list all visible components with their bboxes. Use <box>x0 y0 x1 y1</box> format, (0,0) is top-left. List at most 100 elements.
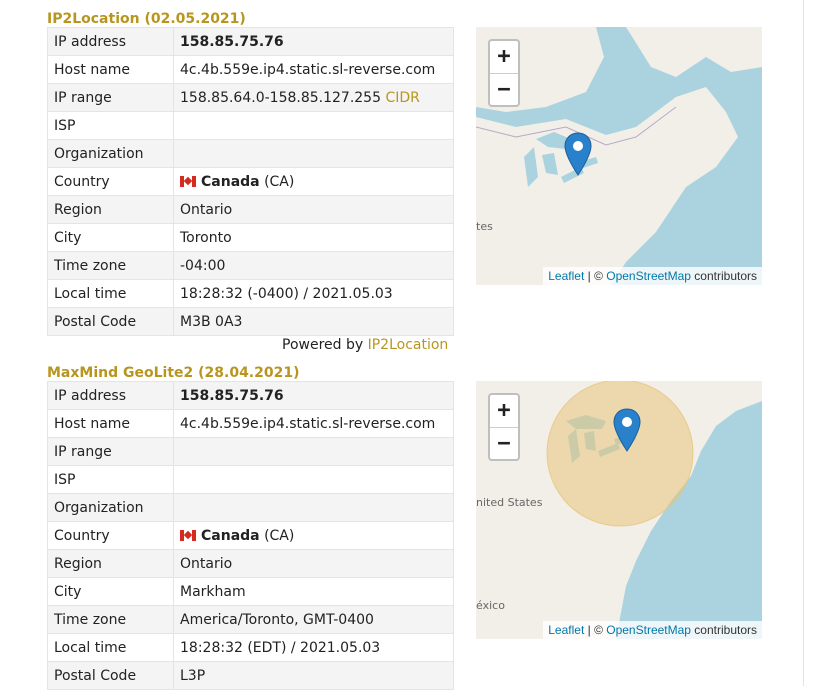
zoom-control: + − <box>488 39 520 107</box>
openstreetmap-link[interactable]: OpenStreetMap <box>606 623 691 637</box>
table-row: Postal Code L3P <box>47 661 454 690</box>
postal-code-value: L3P <box>173 661 454 690</box>
ip2location-link[interactable]: IP2Location <box>368 337 449 353</box>
zoom-control: + − <box>488 393 520 461</box>
row-key: Time zone <box>47 251 174 280</box>
map-place-label: nited States <box>476 496 543 509</box>
country-code: (CA) <box>264 173 295 190</box>
table-row: ISP <box>47 111 454 140</box>
country-cell: Canada (CA) <box>173 167 454 196</box>
row-key: Host name <box>47 409 174 438</box>
table-row: Host name 4c.4b.559e.ip4.static.sl-rever… <box>47 55 454 84</box>
attribution-separator: | © <box>584 623 607 637</box>
zoom-out-button[interactable]: − <box>490 74 518 106</box>
map-attribution: Leaflet | © OpenStreetMap contributors <box>543 267 762 285</box>
table-row: Time zone -04:00 <box>47 251 454 280</box>
row-key: City <box>47 223 174 252</box>
row-key: ISP <box>47 465 174 494</box>
table-row: Host name 4c.4b.559e.ip4.static.sl-rever… <box>47 409 454 438</box>
ip2location-table: IP address 158.85.75.76 Host name 4c.4b.… <box>47 27 454 336</box>
row-key: IP address <box>47 27 174 56</box>
ip2location-title: IP2Location (02.05.2021) <box>47 11 246 27</box>
table-row: City Toronto <box>47 223 454 252</box>
table-row: Postal Code M3B 0A3 <box>47 307 454 336</box>
zoom-out-button[interactable]: − <box>490 428 518 460</box>
maxmind-table: IP address 158.85.75.76 Host name 4c.4b.… <box>47 381 454 690</box>
location-pin-icon[interactable] <box>564 132 592 176</box>
table-row: Local time 18:28:32 (EDT) / 2021.05.03 <box>47 633 454 662</box>
canada-flag-icon <box>180 529 196 541</box>
table-row: Local time 18:28:32 (-0400) / 2021.05.03 <box>47 279 454 308</box>
cidr-link[interactable]: CIDR <box>385 90 419 106</box>
country-code: (CA) <box>264 527 295 544</box>
zoom-in-button[interactable]: + <box>490 41 518 74</box>
ip-range-value: 158.85.64.0-158.85.127.255 <box>180 89 381 106</box>
row-key: Local time <box>47 279 174 308</box>
country-cell: Canada (CA) <box>173 521 454 550</box>
table-row: Organization <box>47 493 454 522</box>
organization-value <box>173 493 454 522</box>
location-pin-icon[interactable] <box>613 408 641 452</box>
powered-by: Powered by IP2Location <box>282 336 448 354</box>
host-name-value: 4c.4b.559e.ip4.static.sl-reverse.com <box>173 55 454 84</box>
isp-value <box>173 111 454 140</box>
row-key: Postal Code <box>47 307 174 336</box>
country-value: Canada <box>201 527 260 544</box>
host-name-value: 4c.4b.559e.ip4.static.sl-reverse.com <box>173 409 454 438</box>
table-row: IP address 158.85.75.76 <box>47 381 454 410</box>
ip-range-cell: 158.85.64.0-158.85.127.255 CIDR <box>173 83 454 112</box>
maxmind-map[interactable]: + − nited States éxico Leaflet | © OpenS… <box>476 381 762 639</box>
table-row: IP address 158.85.75.76 <box>47 27 454 56</box>
table-row: City Markham <box>47 577 454 606</box>
map-place-label: tes <box>476 220 493 233</box>
contributors-text: contributors <box>690 623 757 637</box>
table-row: Country Canada (CA) <box>47 167 454 196</box>
row-key: Country <box>47 167 174 196</box>
region-value: Ontario <box>173 195 454 224</box>
row-key: ISP <box>47 111 174 140</box>
ip-range-value <box>173 437 454 466</box>
row-key: IP range <box>47 83 174 112</box>
table-row: ISP <box>47 465 454 494</box>
time-zone-value: -04:00 <box>173 251 454 280</box>
local-time-value: 18:28:32 (-0400) / 2021.05.03 <box>173 279 454 308</box>
map-place-label-secondary: éxico <box>476 599 505 612</box>
attribution-separator: | © <box>584 269 607 283</box>
table-row: Region Ontario <box>47 195 454 224</box>
row-key: Host name <box>47 55 174 84</box>
table-row: Region Ontario <box>47 549 454 578</box>
leaflet-link[interactable]: Leaflet <box>548 269 584 283</box>
right-divider <box>803 0 804 686</box>
row-key: Local time <box>47 633 174 662</box>
organization-value <box>173 139 454 168</box>
time-zone-value: America/Toronto, GMT-0400 <box>173 605 454 634</box>
row-key: Organization <box>47 139 174 168</box>
table-row: Time zone America/Toronto, GMT-0400 <box>47 605 454 634</box>
row-key: Region <box>47 195 174 224</box>
powered-by-label: Powered by <box>282 337 364 353</box>
local-time-value: 18:28:32 (EDT) / 2021.05.03 <box>173 633 454 662</box>
row-key: Country <box>47 521 174 550</box>
table-row: Country Canada (CA) <box>47 521 454 550</box>
row-key: Organization <box>47 493 174 522</box>
leaflet-link[interactable]: Leaflet <box>548 623 584 637</box>
city-value: Markham <box>173 577 454 606</box>
map-attribution: Leaflet | © OpenStreetMap contributors <box>543 621 762 639</box>
row-key: Time zone <box>47 605 174 634</box>
table-row: IP range 158.85.64.0-158.85.127.255 CIDR <box>47 83 454 112</box>
openstreetmap-link[interactable]: OpenStreetMap <box>606 269 691 283</box>
postal-code-value: M3B 0A3 <box>173 307 454 336</box>
canada-flag-icon <box>180 175 196 187</box>
contributors-text: contributors <box>690 269 757 283</box>
row-key: IP address <box>47 381 174 410</box>
ip-address-value: 158.85.75.76 <box>173 381 454 410</box>
ip2location-map[interactable]: + − tes Leaflet | © OpenStreetMap contri… <box>476 27 762 285</box>
table-row: IP range <box>47 437 454 466</box>
row-key: IP range <box>47 437 174 466</box>
row-key: Region <box>47 549 174 578</box>
isp-value <box>173 465 454 494</box>
zoom-in-button[interactable]: + <box>490 395 518 428</box>
region-value: Ontario <box>173 549 454 578</box>
row-key: Postal Code <box>47 661 174 690</box>
maxmind-title: MaxMind GeoLite2 (28.04.2021) <box>47 365 300 381</box>
